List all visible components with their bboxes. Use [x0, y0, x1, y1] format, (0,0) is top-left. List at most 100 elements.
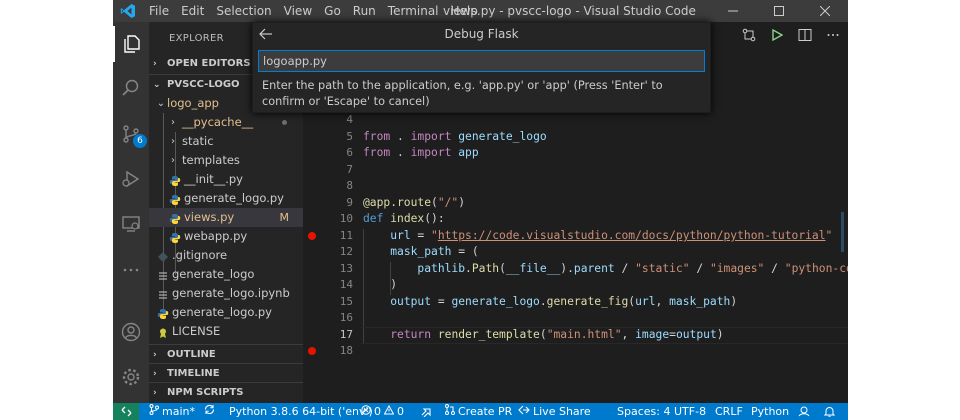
tree-folder-static[interactable]: › static — [149, 132, 303, 151]
line-number: 7 — [346, 163, 353, 176]
code-line: ) — [363, 278, 398, 291]
sync-icon — [204, 403, 215, 420]
indentation-status[interactable]: Spaces: 4 — [617, 403, 670, 420]
chevron-right-icon: › — [171, 155, 175, 166]
feedback-icon[interactable] — [798, 403, 810, 420]
text-file-icon — [157, 269, 169, 281]
chevron-down-icon: ⌄ — [153, 79, 161, 90]
outline-section[interactable]: › OUTLINE — [149, 344, 303, 364]
menu-view[interactable]: View — [278, 0, 318, 22]
error-count: 0 — [374, 405, 381, 418]
more-icon[interactable] — [113, 252, 149, 288]
window-controls — [710, 0, 848, 22]
window-title: views.py - pvscc-logo - Visual Studio Co… — [443, 4, 696, 18]
branch-status[interactable]: main* — [149, 403, 195, 420]
menu-terminal[interactable]: Terminal — [382, 0, 445, 22]
tree-file-gitignore[interactable]: .gitignore — [149, 246, 303, 265]
account-icon[interactable] — [113, 314, 149, 350]
tree-label: LICENSE — [172, 324, 221, 338]
menu-run[interactable]: Run — [347, 0, 382, 22]
search-icon[interactable] — [113, 70, 149, 106]
back-arrow-icon[interactable] — [257, 25, 275, 43]
tree-label: webapp.py — [184, 229, 248, 243]
vscode-window: File Edit Selection View Go Run Terminal… — [113, 0, 848, 420]
python-interpreter-status[interactable]: Python 3.8.6 64-bit ('env') — [229, 403, 373, 420]
tree-file-webapp-py[interactable]: webapp.py — [149, 227, 303, 246]
remote-explorer-icon[interactable] — [113, 206, 149, 242]
tree-folder-pycache[interactable]: › __pycache__ — [149, 113, 303, 132]
line-number: 16 — [339, 311, 353, 324]
menu-selection[interactable]: Selection — [210, 0, 277, 22]
app-path-input[interactable] — [258, 50, 705, 72]
close-icon[interactable] — [802, 0, 848, 22]
status-bar: main* Python 3.8.6 64-bit ('env') 0 0 Cr… — [113, 403, 848, 420]
code-line: url = "https://code.visualstudio.com/doc… — [390, 229, 833, 242]
files-icon[interactable] — [113, 26, 149, 62]
code-line: return render_template("main.html", imag… — [390, 328, 724, 341]
scrollbar[interactable] — [841, 212, 844, 252]
breakpoint-icon[interactable] — [308, 347, 316, 355]
live-share-label: Live Share — [533, 405, 591, 418]
tree-file-views-py[interactable]: views.py M — [149, 208, 303, 227]
tree-file-generate-logo[interactable]: generate_logo — [149, 265, 303, 284]
source-control-icon[interactable]: 6 — [113, 116, 149, 152]
tree-label: generate_logo.ipynb — [172, 286, 290, 300]
line-number: 15 — [339, 295, 353, 308]
chevron-right-icon: › — [153, 349, 157, 360]
python-file-icon — [157, 307, 169, 319]
menu-edit[interactable]: Edit — [175, 0, 210, 22]
tree-file-init[interactable]: __init__.py — [149, 170, 303, 189]
problems-status[interactable]: 0 0 — [361, 403, 404, 420]
license-icon — [157, 326, 169, 338]
more-actions-icon[interactable] — [824, 26, 842, 44]
chevron-right-icon: › — [153, 368, 157, 379]
tree-label: logo_app — [167, 96, 219, 110]
npm-scripts-section[interactable]: › NPM SCRIPTS — [149, 382, 303, 402]
encoding-status[interactable]: UTF-8 — [674, 403, 706, 420]
title-bar: File Edit Selection View Go Run Terminal… — [113, 0, 848, 22]
timeline-section[interactable]: › TIMELINE — [149, 363, 303, 383]
tree-label: generate_logo.py — [172, 305, 272, 319]
menu-go[interactable]: Go — [318, 0, 347, 22]
remote-indicator-icon[interactable] — [113, 403, 139, 420]
tree-file-generate-logo-ipynb[interactable]: generate_logo.ipynb — [149, 284, 303, 303]
pull-request-icon — [445, 403, 455, 420]
settings-gear-icon[interactable] — [113, 359, 149, 395]
quick-input-title: Debug Flask — [444, 27, 519, 41]
create-pr-button[interactable]: Create PR — [445, 403, 512, 420]
quick-input-widget: Debug Flask Enter the path to the applic… — [252, 22, 711, 113]
menu-file[interactable]: File — [143, 0, 175, 22]
run-debug-icon[interactable] — [113, 161, 149, 197]
tree-file-license[interactable]: LICENSE — [149, 322, 303, 341]
code-line: output = generate_logo.generate_fig(url,… — [390, 295, 738, 308]
line-number: 17 — [339, 328, 353, 341]
live-share-session-icon[interactable] — [421, 403, 433, 420]
run-icon[interactable] — [768, 26, 786, 44]
text-file-icon — [157, 288, 169, 300]
minimize-icon[interactable] — [710, 0, 756, 22]
code-line: def index(): — [363, 212, 445, 225]
tree-folder-templates[interactable]: › templates — [149, 151, 303, 170]
notifications-bell-icon[interactable] — [824, 403, 835, 420]
breakpoint-icon[interactable] — [308, 232, 316, 240]
tree-label: generate_logo.py — [184, 191, 284, 205]
code-line: @app.route("/") — [363, 196, 466, 209]
line-number: 5 — [346, 130, 353, 143]
create-pr-label: Create PR — [458, 405, 513, 418]
maximize-icon[interactable] — [756, 0, 802, 22]
split-editor-icon[interactable] — [796, 26, 814, 44]
quick-input-header: Debug Flask — [253, 23, 710, 45]
sync-status[interactable] — [204, 403, 215, 420]
tree-file-generate-logo-py[interactable]: generate_logo.py — [149, 189, 303, 208]
live-share-button[interactable]: Live Share — [518, 403, 591, 420]
error-icon — [361, 403, 371, 420]
compare-changes-icon[interactable] — [740, 26, 758, 44]
tree-file-generate-logo-py-root[interactable]: generate_logo.py — [149, 303, 303, 322]
timeline-label: TIMELINE — [167, 367, 220, 379]
git-file-icon — [157, 250, 169, 262]
outline-label: OUTLINE — [167, 348, 216, 360]
quick-input-message: Enter the path to the application, e.g. … — [262, 79, 663, 108]
eol-status[interactable]: CRLF — [715, 403, 743, 420]
language-mode-status[interactable]: Python — [751, 403, 789, 420]
line-number: 6 — [346, 146, 353, 159]
